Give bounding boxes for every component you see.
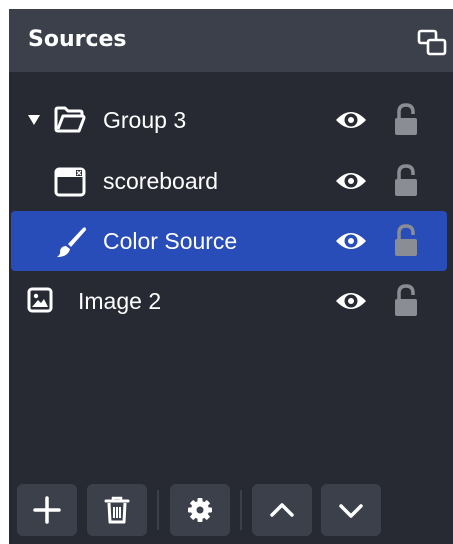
source-item-label: Group 3: [103, 107, 187, 133]
source-properties-button[interactable]: [170, 484, 230, 536]
move-down-button[interactable]: [321, 484, 381, 536]
lock-icon[interactable]: [391, 223, 421, 257]
source-item-group-3[interactable]: Group 3: [11, 90, 447, 150]
dock-header: Sources: [9, 9, 453, 72]
gear-icon: [188, 498, 212, 522]
sources-dock: Sources Group 3 scoreboard Color Source …: [9, 9, 453, 544]
source-item-label: scoreboard: [103, 168, 219, 194]
eye-icon[interactable]: [334, 107, 368, 133]
triangle-down-icon[interactable]: [27, 114, 41, 126]
eye-icon[interactable]: [334, 168, 368, 194]
eye-icon[interactable]: [334, 228, 368, 254]
move-up-button[interactable]: [252, 484, 312, 536]
sources-toolbar: [9, 482, 453, 538]
trash-icon: [104, 496, 130, 524]
source-item-label: Color Source: [103, 228, 238, 254]
plus-icon: [33, 496, 61, 524]
undock-icon[interactable]: [417, 28, 447, 58]
source-item-image-2[interactable]: Image 2: [11, 271, 447, 331]
source-item-label: Image 2: [78, 288, 162, 314]
lock-icon[interactable]: [391, 102, 421, 136]
toolbar-divider: [240, 490, 242, 530]
image-icon: [27, 287, 53, 313]
chevron-down-icon: [339, 504, 363, 518]
lock-icon[interactable]: [391, 163, 421, 197]
chevron-up-icon: [270, 503, 294, 517]
source-item-scoreboard[interactable]: scoreboard: [11, 151, 447, 211]
source-item-color-source[interactable]: Color Source: [11, 211, 447, 271]
dock-title: Sources: [28, 27, 127, 52]
eye-icon[interactable]: [334, 288, 368, 314]
window-icon: [54, 167, 86, 197]
brush-icon: [57, 227, 86, 257]
lock-icon[interactable]: [391, 283, 421, 317]
remove-source-button[interactable]: [87, 484, 147, 536]
add-source-button[interactable]: [17, 484, 77, 536]
folder-icon: [54, 106, 86, 133]
toolbar-divider: [157, 490, 159, 530]
